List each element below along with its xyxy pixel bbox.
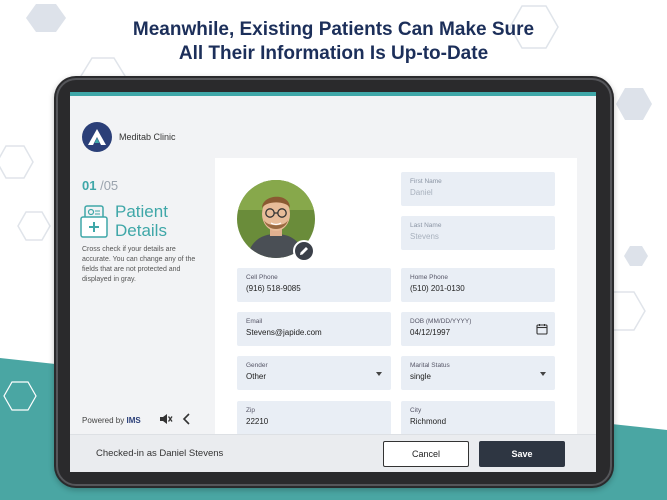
chevron-down-icon <box>376 372 382 376</box>
bottom-action-bar: Checked-in as Daniel Stevens Cancel Save <box>70 434 596 472</box>
patient-form: First Name Daniel Last Name Stevens Cell… <box>215 158 577 434</box>
cell-phone-label: Cell Phone <box>246 274 278 281</box>
first-name-value: Daniel <box>410 188 433 197</box>
calendar-icon[interactable] <box>536 323 548 335</box>
last-name-field: Last Name Stevens <box>401 216 555 250</box>
zip-label: Zip <box>246 407 256 414</box>
headline-line-2: All Their Information Is Up-to-Date <box>178 43 489 64</box>
first-name-label: First Name <box>410 178 442 185</box>
dob-field[interactable]: DOB (MM/DD/YYYY) 04/12/1997 <box>401 312 555 346</box>
save-button[interactable]: Save <box>479 441 565 467</box>
section-title-line-1: Patient <box>115 202 168 221</box>
powered-by-brand: IMS <box>126 416 141 425</box>
city-field[interactable]: City Richmond <box>401 401 555 434</box>
step-total: /05 <box>100 178 119 193</box>
checked-in-status: Checked-in as Daniel Stevens <box>96 448 224 459</box>
email-field[interactable]: Email Stevens@japide.com <box>237 312 391 346</box>
section-description: Cross check if your details are accurate… <box>82 246 196 283</box>
headline-line-1: Meanwhile, Existing Patients Can Make Su… <box>132 19 535 40</box>
chevron-left-icon[interactable] <box>180 412 194 426</box>
chevron-down-icon <box>540 372 546 376</box>
hex-shape <box>17 211 51 241</box>
hex-shape <box>635 387 667 417</box>
meditab-logo-icon <box>82 122 112 152</box>
section-header: Patient Details <box>80 202 195 240</box>
edit-photo-button[interactable] <box>293 240 315 262</box>
clinic-branding: Meditab Clinic <box>82 122 176 152</box>
step-indicator: 01 /05 <box>82 178 118 193</box>
home-phone-field[interactable]: Home Phone (510) 201-0130 <box>401 268 555 302</box>
gender-value: Other <box>246 372 267 381</box>
dob-label: DOB (MM/DD/YYYY) <box>410 318 472 325</box>
speaker-mute-icon[interactable] <box>159 412 173 426</box>
zip-field[interactable]: Zip 22210 <box>237 401 391 434</box>
email-value: Stevens@japide.com <box>246 328 322 337</box>
hex-shape <box>616 88 652 120</box>
marital-status-value: single <box>410 372 431 381</box>
last-name-label: Last Name <box>410 222 442 229</box>
city-label: City <box>410 407 422 414</box>
marital-status-label: Marital Status <box>410 362 450 369</box>
email-label: Email <box>246 318 263 325</box>
cell-phone-value: (916) 518-9085 <box>246 284 301 293</box>
dob-value: 04/12/1997 <box>410 328 451 337</box>
home-phone-label: Home Phone <box>410 274 448 281</box>
hex-shape <box>0 145 34 179</box>
screen-accent-bar <box>70 92 596 96</box>
step-current: 01 <box>82 178 97 193</box>
tablet-screen: Meditab Clinic 01 /05 Patient Details Cr… <box>70 92 596 472</box>
powered-by-label: Powered by <box>82 416 125 425</box>
first-name-field: First Name Daniel <box>401 172 555 206</box>
gender-label: Gender <box>246 362 268 369</box>
powered-by: Powered by IMS <box>82 416 141 425</box>
cell-phone-field[interactable]: Cell Phone (916) 518-9085 <box>237 268 391 302</box>
last-name-value: Stevens <box>410 232 439 241</box>
zip-value: 22210 <box>246 417 269 426</box>
patient-details-icon <box>80 205 108 238</box>
pencil-icon <box>300 247 308 255</box>
hex-shape <box>624 246 648 266</box>
section-title: Patient Details <box>115 202 195 240</box>
clinic-name: Meditab Clinic <box>119 132 176 142</box>
city-value: Richmond <box>410 417 447 426</box>
section-title-line-2: Details <box>115 221 167 240</box>
gender-select[interactable]: Gender Other <box>237 356 391 390</box>
headline: Meanwhile, Existing Patients Can Make Su… <box>0 18 667 66</box>
home-phone-value: (510) 201-0130 <box>410 284 465 293</box>
marital-status-select[interactable]: Marital Status single <box>401 356 555 390</box>
cancel-button[interactable]: Cancel <box>383 441 469 467</box>
